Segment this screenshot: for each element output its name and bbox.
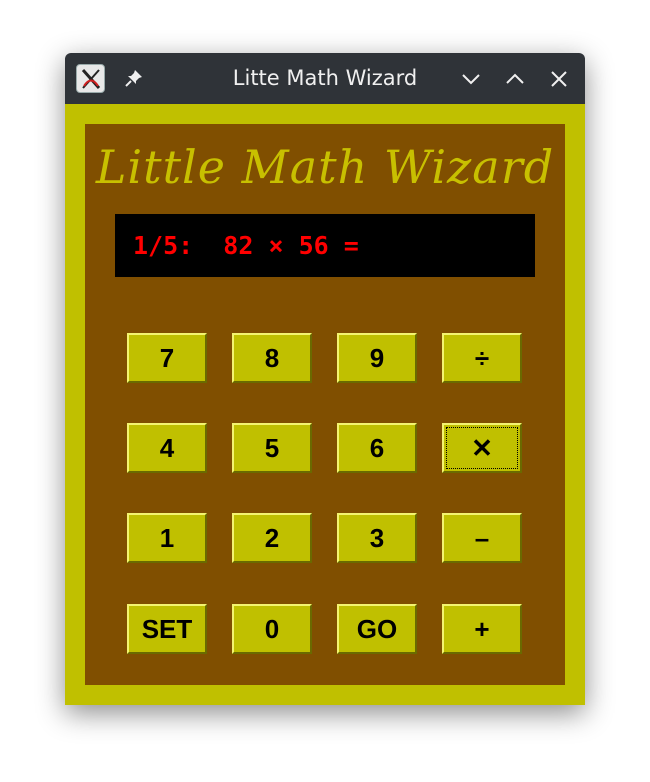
set-button[interactable]: SET xyxy=(127,604,207,654)
go-button[interactable]: GO xyxy=(337,604,417,654)
digit-3-button[interactable]: 3 xyxy=(337,513,417,563)
problem-display: 1/5: 82 × 56 = xyxy=(115,214,535,277)
multiply-button[interactable]: ✕ xyxy=(442,423,522,473)
digit-4-button[interactable]: 4 xyxy=(127,423,207,473)
maximize-button[interactable] xyxy=(503,67,527,91)
digit-9-button[interactable]: 9 xyxy=(337,333,417,383)
x-window-icon[interactable] xyxy=(76,64,105,93)
digit-5-button[interactable]: 5 xyxy=(232,423,312,473)
divide-button[interactable]: ÷ xyxy=(442,333,522,383)
chevron-up-icon xyxy=(506,73,524,84)
chevron-down-icon xyxy=(462,74,480,85)
digit-1-button[interactable]: 1 xyxy=(127,513,207,563)
subtract-button[interactable]: – xyxy=(442,513,522,563)
close-button[interactable] xyxy=(547,67,571,91)
window-client-area: Little Math Wizard 1/5: 82 × 56 = 7 8 9 ÷ 4 5… xyxy=(65,104,585,705)
app-heading: Little Math Wizard xyxy=(95,140,555,194)
close-icon xyxy=(551,71,567,87)
digit-7-button[interactable]: 7 xyxy=(127,333,207,383)
digit-0-button[interactable]: 0 xyxy=(232,604,312,654)
pin-icon[interactable] xyxy=(123,67,145,89)
problem-text: 1/5: 82 × 56 = xyxy=(133,231,359,260)
minimize-button[interactable] xyxy=(459,67,483,91)
app-window: Litte Math Wizard Little Math Wizard 1/5… xyxy=(65,53,585,705)
digit-2-button[interactable]: 2 xyxy=(232,513,312,563)
digit-8-button[interactable]: 8 xyxy=(232,333,312,383)
title-bar[interactable]: Litte Math Wizard xyxy=(65,53,585,104)
calculator-panel: Little Math Wizard 1/5: 82 × 56 = 7 8 9 ÷ 4 5… xyxy=(85,124,565,685)
add-button[interactable]: + xyxy=(442,604,522,654)
digit-6-button[interactable]: 6 xyxy=(337,423,417,473)
